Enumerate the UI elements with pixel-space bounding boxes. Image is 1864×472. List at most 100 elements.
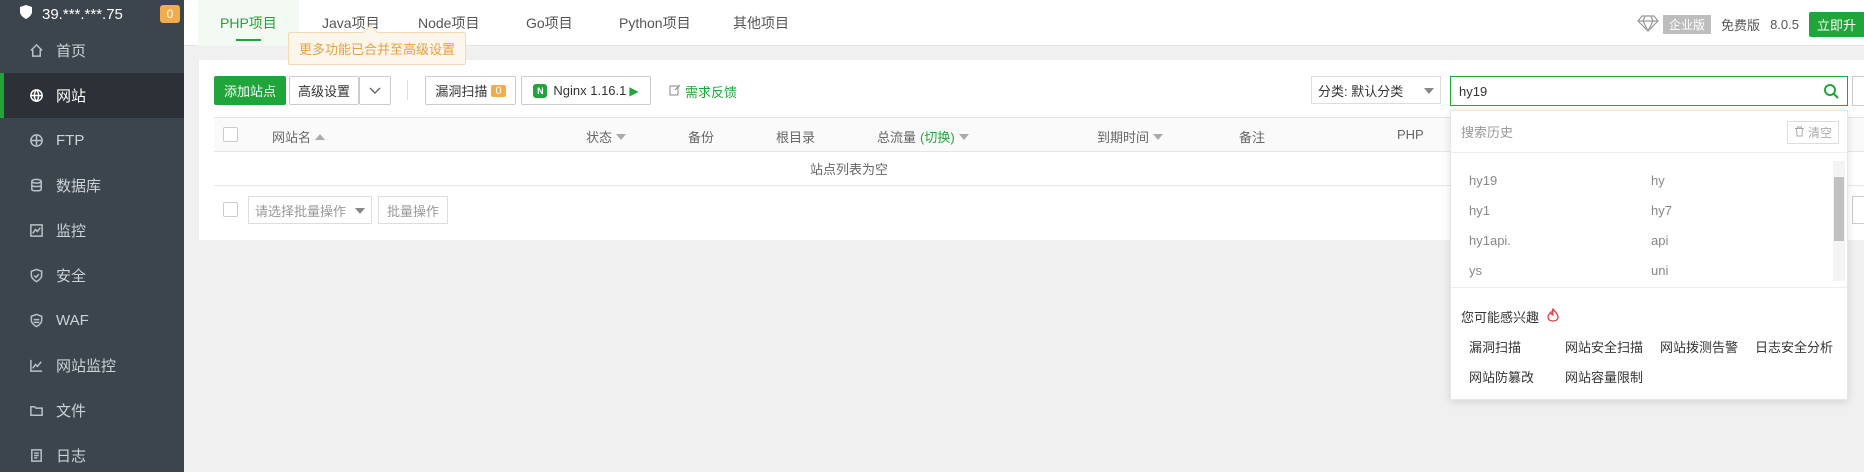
col-status-label: 状态 <box>586 130 613 145</box>
feedback-label: 需求反馈 <box>685 85 738 100</box>
folder-icon <box>28 403 44 419</box>
recommend-link[interactable]: 日志安全分析 <box>1755 337 1833 356</box>
col-status[interactable]: 状态 <box>586 127 627 146</box>
sidebar-item-waf[interactable]: WAF <box>0 298 184 343</box>
clear-label: 清空 <box>1807 126 1832 140</box>
recommend-link[interactable]: 网站安全扫描 <box>1565 337 1643 356</box>
search-history-header: 搜索历史 清空 <box>1451 111 1847 153</box>
history-item[interactable]: hy <box>1651 173 1665 188</box>
history-item[interactable]: hy19 <box>1469 173 1497 188</box>
diamond-icon <box>1637 14 1659 35</box>
sidebar-item-monitor[interactable]: 监控 <box>0 208 184 253</box>
history-item[interactable]: uni <box>1651 263 1668 278</box>
history-scrollbar[interactable] <box>1833 161 1845 281</box>
sidebar-item-label: WAF <box>56 312 89 329</box>
recommend-link[interactable]: 网站防篡改 <box>1469 367 1534 386</box>
history-item[interactable]: hy1 <box>1469 203 1490 218</box>
free-edition-label: 免费版 <box>1721 18 1761 33</box>
nginx-icon: N <box>533 83 548 98</box>
category-select[interactable]: 分类: 默认分类 <box>1311 76 1441 104</box>
vuln-scan-button[interactable]: 漏洞扫描 0 <box>425 76 516 105</box>
history-item[interactable]: hy7 <box>1651 203 1672 218</box>
server-header[interactable]: 39.***.***.75 0 <box>0 0 184 28</box>
shield-logo-icon <box>18 4 34 24</box>
recommend-link[interactable]: 漏洞扫描 <box>1469 337 1521 356</box>
sidebar-item-label: 首页 <box>56 43 87 60</box>
sidebar-item-files[interactable]: 文件 <box>0 388 184 433</box>
advanced-settings-tooltip: 更多功能已合并至高级设置 <box>288 32 467 65</box>
tab-other[interactable]: 其他项目 <box>733 0 789 46</box>
sidebar-item-label: 网站 <box>56 88 87 105</box>
sidebar-item-security[interactable]: 安全 <box>0 253 184 298</box>
feedback-link[interactable]: 需求反馈 <box>669 82 737 101</box>
sort-desc-icon <box>616 133 627 140</box>
log-icon <box>28 448 44 464</box>
enterprise-label: 企业版 <box>1663 15 1712 34</box>
tab-go[interactable]: Go项目 <box>526 0 573 46</box>
traffic-switch-link[interactable]: (切换) <box>920 127 955 146</box>
scrollbar-thumb[interactable] <box>1834 177 1844 241</box>
sidebar-item-label: 安全 <box>56 268 87 285</box>
sidebar-item-logs[interactable]: 日志 <box>0 433 184 472</box>
notification-badge[interactable]: 0 <box>160 5 180 23</box>
sidebar-item-home[interactable]: 首页 <box>0 28 184 73</box>
vuln-count-badge: 0 <box>491 84 506 97</box>
tab-python[interactable]: Python项目 <box>619 0 691 46</box>
col-php: PHP <box>1397 127 1424 142</box>
sort-asc-icon <box>315 133 326 140</box>
category-value: 分类: 默认分类 <box>1318 83 1404 99</box>
caret-down-icon <box>355 208 365 214</box>
batch-select-checkbox[interactable] <box>223 202 238 217</box>
clear-history-button[interactable]: 清空 <box>1786 121 1839 144</box>
sidebar-item-site-monitor[interactable]: 网站监控 <box>0 343 184 388</box>
vuln-scan-label: 漏洞扫描 <box>435 84 488 99</box>
history-item[interactable]: hy1api. <box>1469 233 1511 248</box>
sort-desc-icon <box>958 133 969 140</box>
sidebar-item-label: 监控 <box>56 223 87 240</box>
batch-action-button[interactable]: 批量操作 <box>378 196 448 224</box>
advanced-dropdown-button[interactable] <box>359 76 391 105</box>
col-traffic[interactable]: 总流量 (切换) <box>877 127 969 146</box>
ftp-icon <box>28 133 44 149</box>
col-site-name-label: 网站名 <box>272 130 312 145</box>
tab-php[interactable]: PHP项目 <box>198 0 299 46</box>
sidebar-item-label: 数据库 <box>56 178 102 195</box>
sidebar-item-ftp[interactable]: FTP <box>0 118 184 163</box>
enterprise-badge[interactable]: 企业版 <box>1637 14 1712 35</box>
site-search-input[interactable]: hy19 <box>1450 76 1848 106</box>
interest-title: 您可能感兴趣 <box>1461 310 1540 325</box>
history-item[interactable]: api <box>1651 233 1668 248</box>
chevron-down-icon <box>369 83 381 98</box>
edge-button-2[interactable] <box>1852 196 1864 224</box>
recommend-link[interactable]: 网站容量限制 <box>1565 367 1643 386</box>
batch-action-select[interactable]: 请选择批量操作 <box>248 196 372 224</box>
nginx-version-button[interactable]: N Nginx 1.16.1 ▶ <box>521 76 651 105</box>
search-icon[interactable] <box>1823 83 1839 102</box>
buy-now-button[interactable]: 立即升 <box>1808 12 1864 37</box>
interest-header: 您可能感兴趣 <box>1461 307 1559 326</box>
globe-icon <box>28 88 44 104</box>
sidebar: 39.***.***.75 0 首页 网站 FTP 数据库 监控 安全 WAF … <box>0 0 184 472</box>
sidebar-item-label: 文件 <box>56 403 87 420</box>
nginx-label: Nginx 1.16.1 <box>553 83 627 98</box>
col-backup: 备份 <box>688 130 715 145</box>
add-site-button[interactable]: 添加站点 <box>214 76 286 105</box>
edge-button[interactable] <box>1852 76 1864 106</box>
col-expire[interactable]: 到期时间 <box>1097 127 1164 146</box>
col-site-name[interactable]: 网站名 <box>272 127 326 146</box>
caret-down-icon <box>1424 88 1434 94</box>
col-expire-label: 到期时间 <box>1097 130 1150 145</box>
search-value: hy19 <box>1459 83 1488 99</box>
home-icon <box>28 43 44 59</box>
play-icon: ▶ <box>629 83 639 98</box>
col-root: 根目录 <box>776 130 816 145</box>
select-all-checkbox[interactable] <box>223 127 238 142</box>
sidebar-item-website[interactable]: 网站 <box>0 73 184 118</box>
col-note: 备注 <box>1239 130 1266 145</box>
advanced-settings-button[interactable]: 高级设置 <box>289 76 359 105</box>
search-history-title: 搜索历史 <box>1461 125 1514 140</box>
trash-icon <box>1794 126 1805 140</box>
history-item[interactable]: ys <box>1469 263 1482 278</box>
recommend-link[interactable]: 网站拨测告警 <box>1660 337 1738 356</box>
sidebar-item-database[interactable]: 数据库 <box>0 163 184 208</box>
